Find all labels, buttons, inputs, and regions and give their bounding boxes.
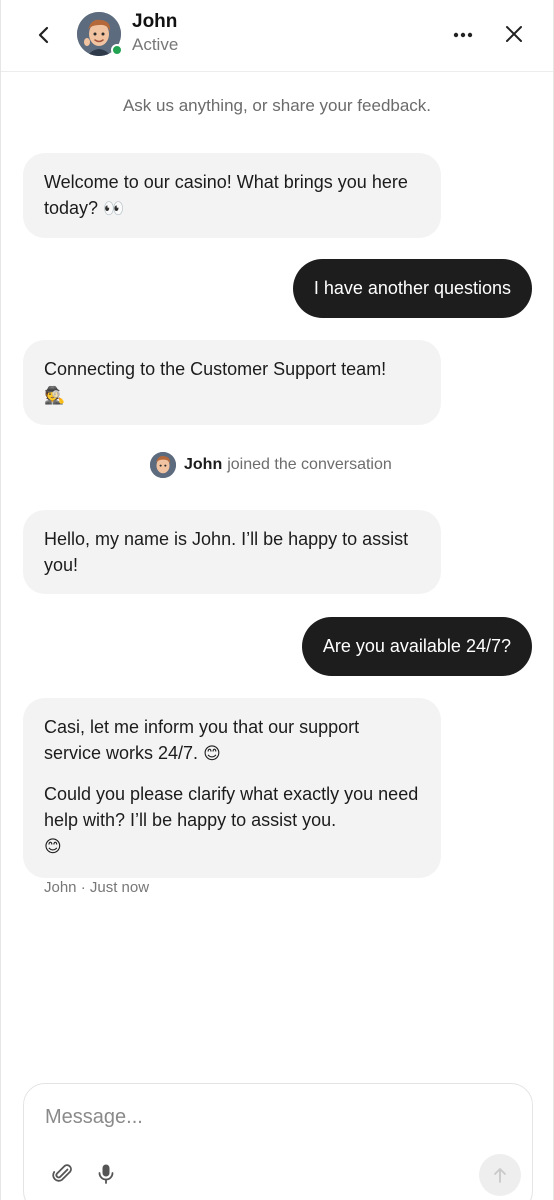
attach-button[interactable] bbox=[51, 1162, 75, 1186]
microphone-icon bbox=[98, 1164, 114, 1184]
send-arrow-icon bbox=[494, 1168, 506, 1183]
agent-message: Welcome to our casino! What brings you h… bbox=[23, 153, 441, 238]
chat-intro: Ask us anything, or share your feedback. bbox=[122, 96, 432, 115]
message-input[interactable] bbox=[45, 1102, 485, 1132]
detective-emoji: 🕵 bbox=[44, 386, 66, 406]
more-horizontal-icon bbox=[453, 32, 473, 38]
message-text: Could you please clarify what exactly yo… bbox=[44, 784, 419, 830]
message-text: Casi, let me inform you that our support… bbox=[44, 717, 360, 763]
eyes-emoji: 👀 bbox=[103, 199, 125, 219]
agent-message: Connecting to the Customer Support team!… bbox=[23, 340, 441, 425]
message-composer bbox=[23, 1083, 533, 1200]
meta-time: Just now bbox=[89, 879, 150, 896]
close-icon bbox=[506, 26, 522, 42]
message-text: Are you available 24/7? bbox=[322, 636, 511, 656]
agent-status: Active bbox=[132, 35, 179, 54]
chat-header: John Active bbox=[1, 0, 553, 72]
agent-message: Hello, my name is John. I’ll be happy to… bbox=[23, 510, 441, 594]
user-message: Are you available 24/7? bbox=[301, 617, 532, 676]
online-status-dot bbox=[111, 44, 123, 56]
chat-window: John Active Ask us anything, or share yo… bbox=[0, 0, 554, 1200]
agent-avatar bbox=[77, 12, 123, 58]
smile-emoji: 😊 bbox=[44, 837, 62, 857]
back-button[interactable] bbox=[31, 22, 57, 48]
message-text: Welcome to our casino! What brings you h… bbox=[44, 172, 408, 218]
message-paragraph: Could you please clarify what exactly yo… bbox=[44, 781, 421, 860]
voice-button[interactable] bbox=[94, 1162, 118, 1186]
joined-text: joined the conversation bbox=[227, 456, 392, 473]
chevron-left-icon bbox=[38, 26, 49, 44]
message-text: Hello, my name is John. I’ll be happy to… bbox=[44, 529, 409, 575]
joined-notice: John joined the conversation bbox=[150, 452, 392, 478]
more-options-button[interactable] bbox=[449, 22, 477, 48]
paperclip-icon bbox=[52, 1164, 72, 1182]
message-meta: John · Just now bbox=[44, 879, 149, 896]
agent-message: Casi, let me inform you that our support… bbox=[23, 698, 441, 878]
avatar bbox=[150, 452, 176, 478]
smile-emoji: 😊 bbox=[203, 744, 221, 764]
agent-name: John bbox=[132, 11, 178, 32]
meta-sender: John bbox=[44, 879, 77, 896]
send-button[interactable] bbox=[479, 1154, 521, 1196]
meta-separator: · bbox=[80, 879, 86, 896]
message-text: Connecting to the Customer Support team! bbox=[44, 359, 387, 379]
memoji-avatar-icon bbox=[150, 452, 176, 478]
joined-name: John bbox=[184, 456, 223, 473]
close-button[interactable] bbox=[500, 20, 528, 48]
message-text: I have another questions bbox=[313, 278, 511, 298]
message-paragraph: Casi, let me inform you that our support… bbox=[44, 714, 421, 767]
user-message: I have another questions bbox=[292, 259, 532, 318]
